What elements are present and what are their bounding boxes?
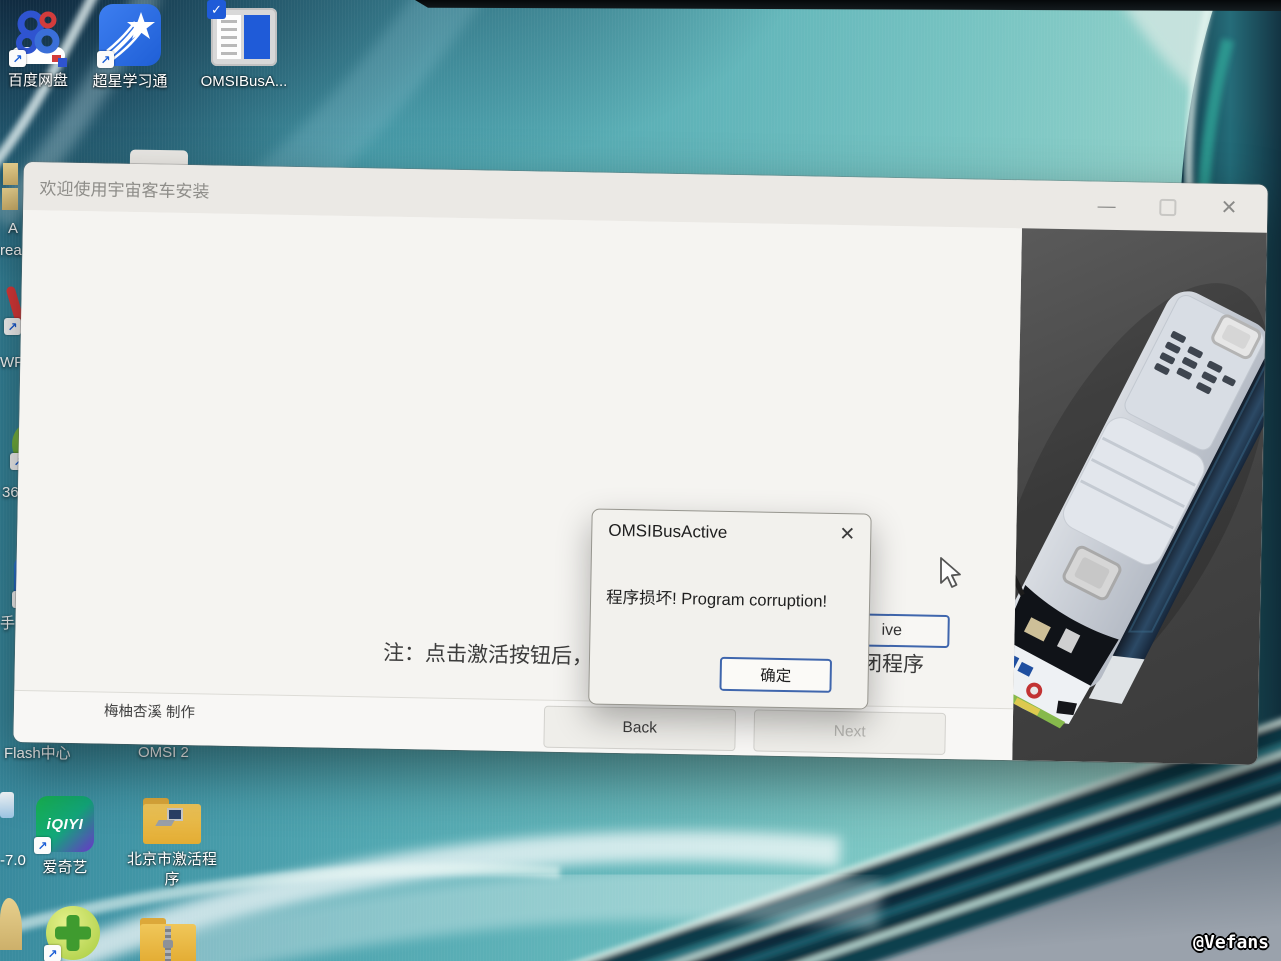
dialog-close-button[interactable]: ✕ bbox=[839, 523, 855, 546]
dialog-title: OMSIBusActive bbox=[608, 520, 728, 542]
back-button[interactable]: Back bbox=[543, 705, 737, 752]
dialog-message: 程序损坏! Program corruption! bbox=[605, 588, 828, 611]
activation-note-text: 注：点击激活按钮后，请 bbox=[382, 641, 615, 669]
hidden-folder-fragment bbox=[2, 188, 18, 210]
bus-preview-image bbox=[985, 283, 1268, 729]
next-button-disabled[interactable]: Next bbox=[753, 709, 947, 755]
desktop-icon-baidu-netdisk[interactable]: 百度网盘 bbox=[0, 6, 76, 89]
omsibus-installer-icon bbox=[207, 0, 277, 66]
icon-label-omsi2: OMSI 2 bbox=[138, 744, 189, 761]
desktop-icon-beijing-activator[interactable]: 北京市激活程 序 bbox=[127, 798, 217, 889]
computer-icon bbox=[155, 808, 183, 826]
icon-label: Flash中心 bbox=[4, 745, 71, 762]
partial-icon-label: A bbox=[8, 220, 19, 237]
installer-side-panel bbox=[985, 228, 1268, 765]
installer-content: 注：点击激活按钮后，请 ive 闭程序 梅柚杏溪 制作 Back Next bbox=[13, 209, 1022, 761]
credit-text: 梅柚杏溪 制作 bbox=[103, 703, 196, 722]
mouse-cursor-icon bbox=[940, 557, 961, 588]
minimize-button[interactable]: — bbox=[1097, 196, 1115, 216]
icon-label: OMSIBusA... bbox=[200, 73, 288, 90]
badge bbox=[58, 58, 67, 67]
zip-folder-icon bbox=[140, 918, 196, 961]
desktop-icon-chaoxing[interactable]: 超星学习通 bbox=[86, 4, 174, 90]
shortcut-arrow-icon bbox=[4, 318, 21, 335]
desktop-screen: 百度网盘 超星学习通 OMSIBusA... A bbox=[0, 0, 1281, 961]
maximize-button[interactable] bbox=[1159, 198, 1177, 216]
hidden-folder-fragment bbox=[3, 163, 18, 185]
dialog-ok-button[interactable]: 确定 bbox=[719, 656, 833, 693]
icon-label: 序 bbox=[164, 871, 180, 889]
activate-button-label-fragment: ive bbox=[881, 621, 903, 639]
iqiyi-logo-text: iQIYI bbox=[46, 815, 84, 833]
close-program-text-fragment: 闭程序 bbox=[860, 652, 925, 677]
desktop-icon-green-plus[interactable] bbox=[44, 906, 100, 961]
shortcut-arrow-icon bbox=[97, 51, 114, 68]
shortcut-arrow-icon bbox=[9, 50, 26, 67]
installer-window: 欢迎使用宇宙客车安装 — ✕ 注：点击激活按钮后，请 ive 闭程序 梅柚杏溪 … bbox=[13, 162, 1268, 765]
desktop-icon-omsibusactive[interactable]: OMSIBusA... bbox=[196, 0, 292, 90]
message-dialog: OMSIBusActive ✕ 程序损坏! Program corruption… bbox=[588, 508, 872, 710]
icon-label: 北京市激活程 bbox=[127, 851, 218, 868]
desktop-icon-iqiyi[interactable]: iQIYI 爱奇艺 bbox=[34, 796, 94, 876]
shortcut-arrow-icon bbox=[44, 945, 61, 961]
window-title: 欢迎使用宇宙客车安装 bbox=[39, 178, 210, 201]
photo-watermark: @Vefans bbox=[1193, 932, 1269, 953]
close-button[interactable]: ✕ bbox=[1220, 197, 1237, 219]
zipper-icon bbox=[163, 926, 173, 961]
hidden-icon-fragment bbox=[0, 792, 14, 818]
icon-label: 超星学习通 bbox=[92, 73, 168, 90]
partial-icon-label: rea bbox=[0, 242, 22, 259]
folder-icon bbox=[143, 798, 201, 844]
icon-label: 爱奇艺 bbox=[42, 859, 88, 876]
desktop-icon-zip-archive[interactable] bbox=[140, 918, 196, 961]
partial-icon-label: 手 bbox=[0, 615, 16, 632]
icon-label: 百度网盘 bbox=[7, 72, 68, 89]
checkbox-checked-icon bbox=[207, 0, 226, 19]
shortcut-arrow-icon bbox=[34, 837, 51, 854]
partial-icon-label: -7.0 bbox=[0, 852, 26, 869]
